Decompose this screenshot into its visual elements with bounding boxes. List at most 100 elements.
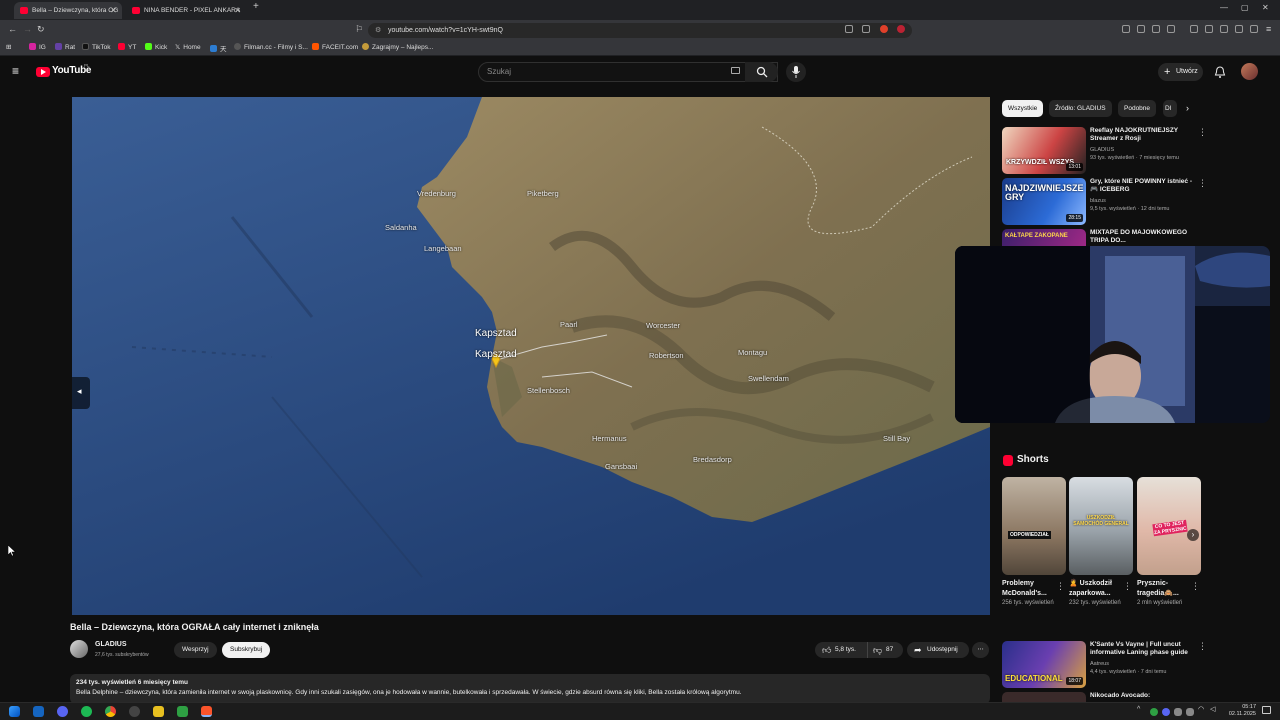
- recommendation-item[interactable]: KAŁTAPE ZAKOPANE MIXTAPE DO MAJÓWKOWEGO …: [1002, 229, 1202, 246]
- share-button[interactable]: ➦ Udostępnij: [907, 642, 969, 658]
- channel-avatar[interactable]: [70, 640, 88, 658]
- more-options-icon[interactable]: ⋮: [1198, 692, 1202, 702]
- forward-icon[interactable]: →: [23, 24, 32, 34]
- wallet-icon[interactable]: [1220, 25, 1228, 33]
- steam-icon[interactable]: [129, 706, 140, 717]
- recommendation-item[interactable]: EDUCATIONAL 18:07 K'Sante Vs Vayne | Ful…: [1002, 641, 1207, 689]
- voice-search-button[interactable]: [786, 62, 806, 82]
- close-window-icon[interactable]: ✕: [1262, 3, 1269, 12]
- tray-app-icon[interactable]: [1174, 708, 1182, 716]
- subscribe-button[interactable]: Subskrybuj: [222, 642, 271, 658]
- recommendation-item[interactable]: NAJDZIWNIEJSZE GRY 28:15 Gry, które NIE …: [1002, 178, 1207, 226]
- tray-app-icon[interactable]: [1186, 708, 1194, 716]
- chip-source[interactable]: Źródło: GLADIUS: [1049, 100, 1112, 117]
- keyboard-icon[interactable]: [731, 67, 740, 74]
- dislike-button[interactable]: 👎︎ 87: [867, 642, 903, 658]
- rewards-icon[interactable]: [897, 25, 905, 33]
- chrome-icon[interactable]: [105, 706, 116, 717]
- short-title[interactable]: 🙎 Uszkodził zaparkowa...: [1069, 579, 1123, 599]
- menu-icon[interactable]: ≡: [1266, 24, 1271, 34]
- site-info-icon[interactable]: ⚙: [375, 23, 381, 38]
- back-icon[interactable]: ←: [8, 24, 17, 34]
- bookmark-yt[interactable]: YT: [118, 43, 136, 51]
- bookmark-kick[interactable]: Kick: [145, 43, 167, 51]
- short-item[interactable]: USZKODZIŁ SAMOCHÓD GENERAL 🙎 Uszkodził z…: [1069, 477, 1133, 608]
- support-button[interactable]: Wesprzyj: [174, 642, 217, 658]
- share-page-icon[interactable]: [862, 25, 870, 33]
- tray-app-icon[interactable]: [1162, 708, 1170, 716]
- bookmark-icon[interactable]: ⚐: [355, 24, 363, 35]
- new-tab-icon[interactable]: +: [253, 1, 259, 12]
- more-actions-button[interactable]: ⋯: [972, 642, 989, 658]
- more-options-icon[interactable]: ⋮: [1056, 581, 1065, 592]
- video-title[interactable]: Reeflay NAJOKRUTNIEJSZY Streamer z Rosji: [1090, 127, 1192, 143]
- video-title[interactable]: MIXTAPE DO MAJÓWKOWEGO TRIPA DO...: [1090, 229, 1192, 245]
- bookmark-faceit[interactable]: FACEIT.com: [312, 43, 358, 51]
- video-thumbnail[interactable]: EDUCATIONAL 18:07: [1002, 641, 1086, 688]
- short-title[interactable]: Problemy McDonald's...: [1002, 579, 1056, 599]
- spotify-icon[interactable]: [81, 706, 92, 717]
- taskbar-app-icon[interactable]: [33, 706, 44, 717]
- bookmark-zagrajmy[interactable]: Zagrajmy – Najleps...: [362, 43, 433, 51]
- brave-browser-icon[interactable]: [201, 706, 212, 717]
- create-button[interactable]: + Utwórz: [1158, 63, 1203, 81]
- recommendation-item[interactable]: KRZYWDZIŁ WSZYS... 13:01 Reeflay NAJOKRU…: [1002, 127, 1207, 175]
- video-title[interactable]: Nikocado Avocado:: [1090, 692, 1192, 700]
- search-button[interactable]: [745, 62, 778, 82]
- avatar[interactable]: [1241, 63, 1258, 80]
- video-thumbnail[interactable]: KRZYWDZIŁ WSZYS... 13:01: [1002, 127, 1086, 174]
- more-options-icon[interactable]: ⋮: [1198, 229, 1202, 240]
- extension-icon[interactable]: [1167, 25, 1175, 33]
- apps-grid-icon[interactable]: ⊞: [6, 43, 11, 51]
- notifications-bell-icon[interactable]: [1214, 66, 1226, 79]
- recommendation-item[interactable]: Nikocado Avocado: ⋮: [1002, 692, 1202, 702]
- short-thumbnail[interactable]: USZKODZIŁ SAMOCHÓD GENERAL: [1069, 477, 1133, 575]
- video-thumbnail[interactable]: NAJDZIWNIEJSZE GRY 28:15: [1002, 178, 1086, 225]
- close-tab-icon[interactable]: ✕: [234, 2, 241, 19]
- maximize-icon[interactable]: ▢: [1241, 3, 1249, 12]
- chevron-right-icon[interactable]: ›: [1187, 529, 1199, 541]
- close-tab-icon[interactable]: ✕: [110, 2, 117, 19]
- bookmark-home[interactable]: 𝕏 Home: [175, 43, 201, 51]
- volume-icon[interactable]: ◁: [1210, 705, 1215, 713]
- discord-icon[interactable]: [57, 706, 68, 717]
- video-thumbnail[interactable]: [1002, 692, 1086, 702]
- chip-more[interactable]: Dl: [1163, 100, 1177, 117]
- video-thumbnail[interactable]: KAŁTAPE ZAKOPANE: [1002, 229, 1086, 246]
- tray-app-icon[interactable]: [1150, 708, 1158, 716]
- channel-name[interactable]: GLADIUS: [95, 641, 127, 648]
- taskbar-app-icon[interactable]: [153, 706, 164, 717]
- channel-name[interactable]: blazus: [1090, 198, 1106, 204]
- extension-icon[interactable]: [1137, 25, 1145, 33]
- video-player[interactable]: Vredenburg Piketberg Saldanha Langebaan …: [72, 97, 990, 615]
- more-options-icon[interactable]: ⋮: [1198, 178, 1207, 189]
- bookmark-filman[interactable]: Filman.cc - Filmy i S...: [234, 43, 308, 51]
- hamburger-menu-icon[interactable]: ≡: [12, 64, 19, 78]
- extensions-puzzle-icon[interactable]: [1235, 25, 1243, 33]
- cast-icon[interactable]: [845, 25, 853, 33]
- start-menu-icon[interactable]: [9, 706, 20, 717]
- more-options-icon[interactable]: ⋮: [1198, 641, 1207, 652]
- vpn-icon[interactable]: [1250, 25, 1258, 33]
- brave-shield-icon[interactable]: [880, 25, 888, 33]
- tab-current[interactable]: Bella – Dziewczyna, która OG ✕: [14, 2, 122, 19]
- tray-chevron-icon[interactable]: ^: [1137, 706, 1140, 713]
- media-icon[interactable]: [1190, 25, 1198, 33]
- system-clock[interactable]: 05:17 02.11.2025: [1229, 704, 1256, 718]
- taskbar-app-icon[interactable]: [177, 706, 188, 717]
- notifications-icon[interactable]: [1262, 706, 1271, 714]
- video-title[interactable]: Gry, które NIE POWINNY istnieć - 🎮 ICEBE…: [1090, 178, 1192, 194]
- more-options-icon[interactable]: ⋮: [1191, 581, 1200, 592]
- extension-icon[interactable]: [1152, 25, 1160, 33]
- reload-icon[interactable]: ↻: [37, 24, 45, 35]
- tab-other[interactable]: NINA BENDER - PIXEL ANKARA ✕: [126, 2, 246, 19]
- wifi-icon[interactable]: ◠: [1198, 705, 1204, 713]
- player-side-arrow[interactable]: ◂: [72, 377, 90, 409]
- description-box[interactable]: 234 tys. wyświetleń 6 miesięcy temu Bell…: [70, 674, 990, 704]
- extension-icon[interactable]: [1122, 25, 1130, 33]
- bookmark-kanji[interactable]: 天: [210, 43, 227, 53]
- channel-name[interactable]: GLADIUS: [1090, 147, 1114, 153]
- bookmark-tiktok[interactable]: TikTok: [82, 43, 111, 51]
- short-thumbnail[interactable]: ODPOWIEDZIAŁ: [1002, 477, 1066, 575]
- channel-name[interactable]: Aatreus: [1090, 661, 1109, 667]
